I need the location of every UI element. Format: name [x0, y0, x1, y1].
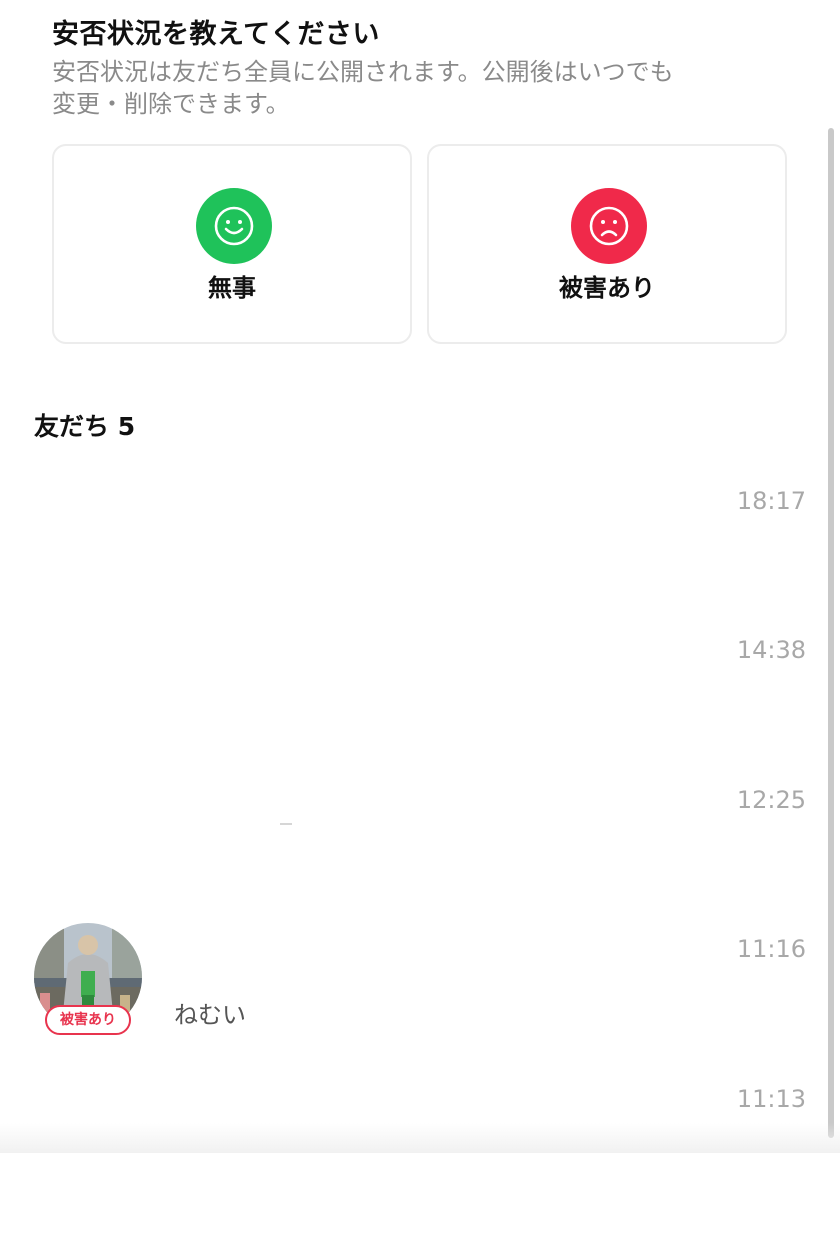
bottom-fade	[0, 1123, 840, 1153]
smile-face-icon	[196, 188, 272, 264]
friend-status-message: ねむい	[174, 1001, 246, 1029]
damaged-status-label: 被害あり	[559, 274, 655, 302]
friend-time: 18:17	[736, 487, 806, 515]
friends-heading: 友だち 5	[34, 412, 136, 441]
friend-row[interactable]: 11:16 被害あり ねむい	[0, 923, 826, 1085]
divider-mark	[280, 823, 292, 825]
sad-face-icon	[571, 188, 647, 264]
description-line-2: 変更・削除できます。	[52, 90, 290, 118]
safety-prompt-description: 安否状況は友だち全員に公開されます。公開後はいつでも 変更・削除できます。	[52, 56, 752, 120]
friend-time: 11:16	[736, 935, 806, 963]
damaged-status-button[interactable]: 被害あり	[427, 144, 787, 344]
safe-status-button[interactable]: 無事	[52, 144, 412, 344]
friend-time: 12:25	[736, 786, 806, 814]
friend-time: 11:13	[736, 1085, 806, 1113]
friend-time: 14:38	[736, 636, 806, 664]
friend-row[interactable]: 12:25	[0, 786, 826, 936]
friend-row[interactable]: 11:13	[0, 1085, 826, 1235]
damaged-status-badge: 被害あり	[45, 1005, 131, 1035]
safe-status-label: 無事	[208, 274, 256, 302]
scrollbar[interactable]	[828, 128, 834, 1138]
description-line-1: 安否状況は友だち全員に公開されます。公開後はいつでも	[52, 58, 674, 86]
friend-row[interactable]: 14:38	[0, 636, 826, 786]
safety-prompt-title: 安否状況を教えてください	[52, 19, 380, 50]
friend-row[interactable]: 18:17	[0, 487, 826, 637]
